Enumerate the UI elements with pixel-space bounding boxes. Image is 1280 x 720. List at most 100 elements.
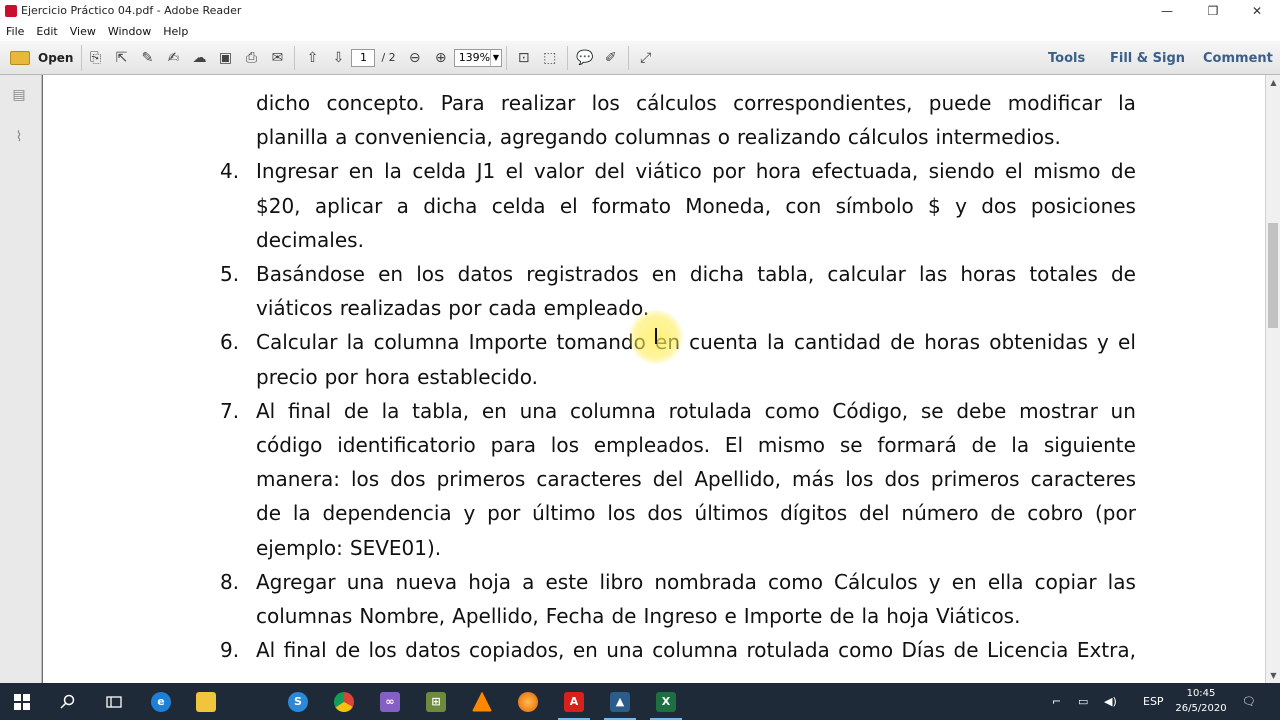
page-thumbnails-icon[interactable]: ▤ [10,85,28,105]
comment-button[interactable]: Comment [1203,41,1273,75]
toolbar-separator [505,45,507,70]
word: totales [1029,262,1098,286]
scroll-up-icon[interactable]: ▲ [1266,75,1280,90]
edit-pdf-icon[interactable]: ✎ [134,45,160,71]
word: formará [877,433,957,457]
clock[interactable]: 10:45 26/5/2020 [1170,686,1232,716]
battery-icon[interactable]: ▭ [1078,683,1088,720]
chrome-taskbar-button[interactable] [324,683,364,720]
document-view[interactable]: dicho concepto. Para realizar los cálculos cor… [43,75,1265,683]
word: columnas [614,125,711,150]
menu-view[interactable]: View [70,25,96,38]
full-screen-icon[interactable]: ⤢ [633,45,659,71]
fit-width-icon[interactable]: ⬚ [537,45,563,71]
word: de [611,604,637,628]
word: de [343,398,369,423]
scroll-down-icon[interactable]: ▼ [1266,668,1280,683]
menu-help[interactable]: Help [163,25,188,38]
word: de [335,638,361,663]
word: cálculos [636,91,717,115]
skype-taskbar-button[interactable]: S [278,683,318,720]
calculator-icon: ⊞ [426,691,446,712]
word: realizar [500,91,576,115]
create-pdf-icon[interactable]: ⎘ [82,45,108,71]
word: de [990,501,1016,526]
export-pdf-icon[interactable]: ⇱ [108,45,134,71]
firefox-taskbar-button[interactable] [508,683,548,720]
word: Importe [743,604,823,628]
print-icon[interactable]: ⎙ [238,45,264,71]
sticky-note-icon[interactable]: 💬 [572,45,598,71]
next-page-icon[interactable]: ⇩ [325,45,351,71]
word: este [545,569,589,594]
notifications-icon[interactable]: 🗨 [1242,683,1256,720]
word: Viáticos. [936,604,1021,628]
word: dicho [256,91,311,115]
word: rotulada [668,398,752,423]
vlc-taskbar-button[interactable] [462,683,502,720]
word: dos [647,501,683,526]
highlight-icon[interactable]: ✐ [598,45,624,71]
window-title: Ejercicio Práctico 04.pdf - Adobe Reader [21,4,242,17]
excel-taskbar-button[interactable]: X [646,683,686,720]
calculator-taskbar-button[interactable]: ⊞ [416,683,456,720]
word: primeros [436,467,526,492]
start-button[interactable] [2,683,42,720]
adobe-reader-taskbar-button[interactable]: A [554,683,594,720]
scrollbar-thumb[interactable] [1268,223,1278,328]
word: hoja [886,604,929,628]
word: número [901,501,979,526]
word: e [724,604,737,628]
word: Días [901,638,946,663]
zoom-select[interactable]: 139% ▼ [453,48,502,67]
task-view-button[interactable] [94,683,134,720]
word: las [1107,569,1136,594]
word: en [951,569,977,594]
word: dos [981,193,1017,218]
word: hora [755,159,802,184]
menu-file[interactable]: File [6,25,24,38]
vertical-scrollbar[interactable]: ▲ ▼ [1265,75,1280,683]
tools-button[interactable]: Tools [1048,41,1085,75]
word: de [256,501,281,526]
close-button[interactable]: ✕ [1234,0,1280,21]
volume-icon[interactable]: ◀) [1104,683,1117,720]
sign-icon[interactable]: ✍ [160,45,186,71]
word: copiar [1034,569,1097,594]
menu-edit[interactable]: Edit [36,25,57,38]
zoom-in-icon[interactable]: ⊕ [428,45,454,71]
word: el [559,193,578,218]
minimize-button[interactable]: — [1144,0,1190,21]
network-icon[interactable]: ⌐ [1052,683,1061,720]
fill-sign-button[interactable]: Fill & Sign [1110,41,1185,75]
word: o [717,125,730,150]
word: ella [987,569,1024,594]
text-line: planilla a conveniencia, agregando columnas o… [256,125,1136,149]
attachments-icon[interactable]: ⌇ [10,127,28,147]
previous-page-icon[interactable]: ⇧ [299,45,325,71]
page-number-input[interactable]: 1 [351,48,376,67]
word: como [767,569,823,594]
chrome-icon [334,691,354,712]
fit-page-icon[interactable]: ⊡ [511,45,537,71]
cloud-upload-icon[interactable]: ☁ [186,45,212,71]
email-icon[interactable]: ✉ [264,45,290,71]
menu-window[interactable]: Window [108,25,151,38]
word: los [368,638,397,663]
zoom-out-icon[interactable]: ⊖ [402,45,428,71]
word: la [861,604,880,628]
file-explorer-taskbar-button[interactable] [186,683,226,720]
word: datos [405,638,461,663]
open-button[interactable]: Open [8,44,83,71]
maximize-button[interactable]: ❐ [1190,0,1236,21]
word: Moneda, [685,193,772,218]
word: tabla, [757,262,815,286]
visual-studio-taskbar-button[interactable]: ∞ [370,683,410,720]
search-button[interactable] [48,683,88,720]
language-indicator[interactable]: ESP [1143,683,1164,720]
save-icon[interactable]: ▣ [212,45,238,71]
photos-taskbar-button[interactable]: ▲ [600,683,640,720]
word: siendo [928,159,995,184]
page-total: / 2 [381,51,396,64]
edge-taskbar-button[interactable]: e [141,683,181,720]
